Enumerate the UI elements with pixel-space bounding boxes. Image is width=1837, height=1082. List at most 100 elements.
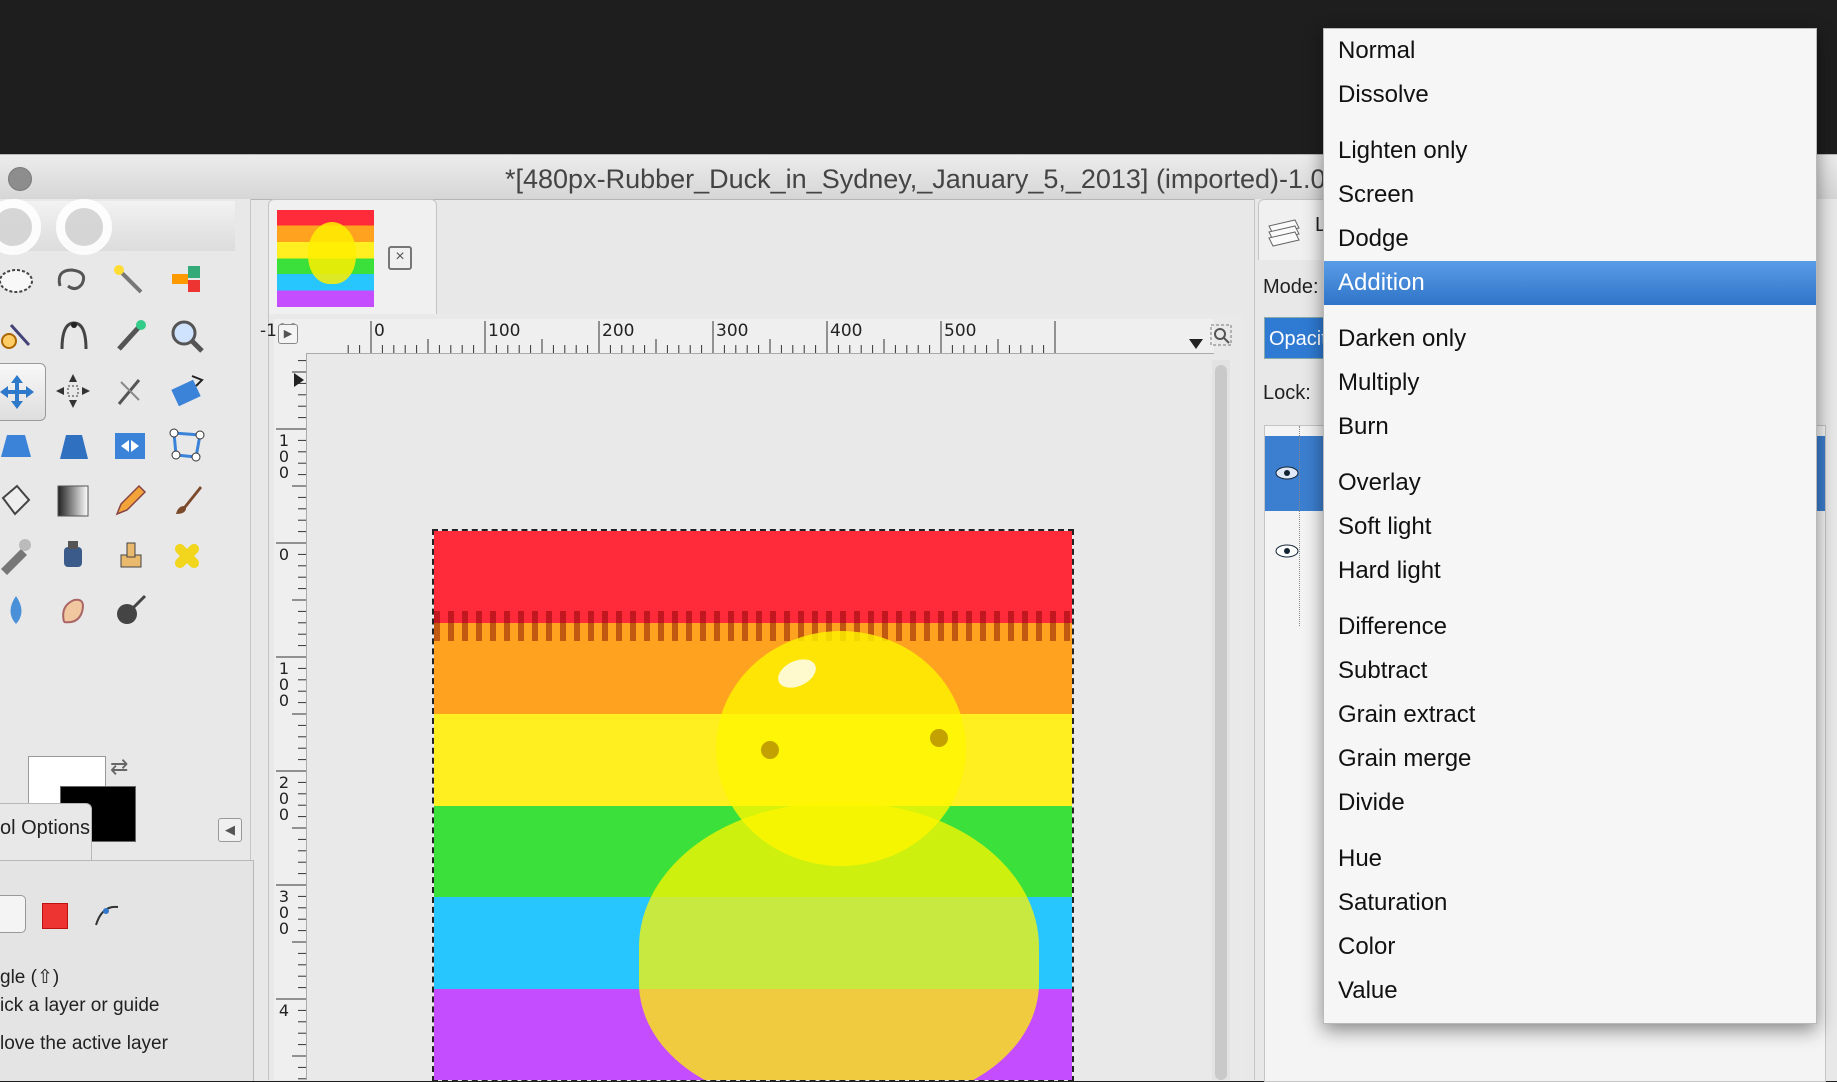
mode-menu-item[interactable]: Lighten only (1324, 129, 1816, 173)
move-active-layer-radio[interactable]: love the active layer (0, 1033, 168, 1055)
mode-menu-item[interactable]: Saturation (1324, 881, 1816, 925)
transform-icon[interactable] (159, 363, 215, 419)
mode-menu-item[interactable]: Dissolve (1324, 73, 1816, 117)
mode-menu-item-label: Grain merge (1338, 745, 1472, 772)
mode-menu-item[interactable]: Addition (1324, 261, 1816, 305)
mode-menu-item[interactable]: Hue (1324, 837, 1816, 881)
mode-menu-item-label: Screen (1338, 181, 1415, 208)
duck-head (716, 631, 966, 866)
ruler-label: 500 (944, 321, 977, 341)
bucket-fill-icon[interactable] (0, 473, 44, 529)
mode-menu-item[interactable]: Grain extract (1324, 693, 1816, 737)
ruler-pointer-icon (294, 373, 304, 387)
paintbrush-icon[interactable] (159, 473, 215, 529)
mode-menu-item-label: Darken only (1338, 325, 1467, 352)
mode-menu-item-label: Overlay (1338, 469, 1421, 496)
mode-menu-item-label: Addition (1338, 269, 1425, 296)
clone-icon[interactable] (102, 528, 158, 584)
vertical-scrollbar-thumb[interactable] (1215, 365, 1227, 1080)
ellipse-select-icon[interactable] (0, 253, 44, 309)
quick-mask-toggle-icon[interactable]: ▶ (278, 324, 298, 344)
ruler-label: 1 0 0 (278, 659, 290, 710)
cage-transform-icon[interactable] (159, 418, 215, 474)
ruler-label: 1 0 0 (278, 431, 290, 482)
mode-menu-item-label: Value (1338, 977, 1398, 1004)
mode-menu-item[interactable]: Dodge (1324, 217, 1816, 261)
layers-icon (1265, 214, 1303, 248)
window-close-button[interactable] (8, 167, 32, 191)
window-title: *[480px-Rubber_Duck_in_Sydney,_January_5… (505, 164, 1326, 194)
tool-toggle-label: gle (⇧) (0, 967, 60, 988)
free-select-icon[interactable] (45, 253, 101, 309)
navigate-icon[interactable] (1210, 324, 1232, 346)
layer-chain-divider (1299, 426, 1301, 626)
layer-visibility-eye-icon[interactable] (1275, 466, 1299, 480)
mode-menu-item[interactable]: Value (1324, 969, 1816, 1013)
gradient-icon[interactable] (45, 473, 101, 529)
mode-menu-item[interactable]: Burn (1324, 405, 1816, 449)
duck-eye-right (930, 729, 948, 747)
tool-options-panel: gle (⇧) ick a layer or guide love the ac… (0, 860, 254, 1081)
smudge-icon[interactable] (45, 583, 101, 639)
scissors-select-icon[interactable] (0, 308, 44, 364)
pencil-icon[interactable] (102, 473, 158, 529)
heal-icon[interactable] (159, 528, 215, 584)
blur-icon[interactable] (0, 583, 44, 639)
select-by-color-icon[interactable] (159, 253, 215, 309)
tab-menu-icon[interactable]: ◀ (218, 818, 242, 842)
ruler-label: 0 (278, 545, 290, 564)
mode-menu-item-label: Soft light (1338, 513, 1432, 540)
mode-menu-item-label: Difference (1338, 613, 1447, 640)
ink-icon[interactable] (45, 528, 101, 584)
horizontal-ruler[interactable]: -1000100200300400500 (260, 319, 1214, 354)
wilber-eye-right-icon (56, 199, 112, 255)
layer-visibility-eye-icon[interactable] (1275, 544, 1299, 558)
mode-menu-item[interactable]: Multiply (1324, 361, 1816, 405)
mode-menu-item[interactable]: Overlay (1324, 461, 1816, 505)
dodge-burn-icon[interactable] (102, 583, 158, 639)
mode-menu-item-label: Saturation (1338, 889, 1448, 916)
ruler-label: 0 (374, 321, 385, 341)
mode-menu-item[interactable]: Subtract (1324, 649, 1816, 693)
mode-menu-item[interactable]: Screen (1324, 173, 1816, 217)
mode-menu-item[interactable]: Normal (1324, 29, 1816, 73)
ruler-pointer-icon (1189, 339, 1203, 349)
close-tab-icon[interactable]: × (388, 246, 412, 270)
unified-transform-icon[interactable] (45, 418, 101, 474)
wilber-eye-left-icon (0, 199, 41, 255)
crop-icon[interactable] (102, 363, 158, 419)
mode-menu-item[interactable]: Hard light (1324, 549, 1816, 593)
paths-icon[interactable] (45, 308, 101, 364)
mode-menu-item-label: Dissolve (1338, 81, 1429, 108)
zoom-icon[interactable] (159, 308, 215, 364)
move-layer-option-button[interactable] (0, 895, 26, 933)
color-picker-icon[interactable] (102, 308, 158, 364)
image-layer-canvas[interactable] (432, 529, 1074, 1082)
swap-colors-icon[interactable]: ⇄ (110, 754, 128, 780)
airbrush-icon[interactable] (0, 528, 44, 584)
flip-icon[interactable] (102, 418, 158, 474)
perspective-icon[interactable] (0, 418, 44, 474)
mode-menu-item[interactable]: Soft light (1324, 505, 1816, 549)
mode-menu-item[interactable]: Difference (1324, 605, 1816, 649)
vertical-ruler[interactable]: 1 0 0 0 1 0 0 2 0 0 3 0 0 4 (274, 353, 307, 1080)
mode-menu-item-label: Grain extract (1338, 701, 1476, 728)
mode-menu-item-label: Normal (1338, 37, 1416, 64)
ruler-label: 3 0 0 (278, 887, 290, 938)
ruler-label: 2 0 0 (278, 773, 290, 824)
ruler-label: 300 (716, 321, 749, 341)
fuzzy-select-icon[interactable] (102, 253, 158, 309)
move-selection-option-icon[interactable] (42, 903, 68, 929)
mode-menu-item[interactable]: Grain merge (1324, 737, 1816, 781)
alignment-icon[interactable] (45, 363, 101, 419)
pick-layer-radio[interactable]: ick a layer or guide (0, 995, 159, 1017)
move-icon[interactable] (0, 363, 46, 421)
mode-menu-item[interactable]: Darken only (1324, 317, 1816, 361)
mode-menu-item[interactable]: Divide (1324, 781, 1816, 825)
pier-structure (434, 611, 1072, 641)
mode-menu-item[interactable]: Color (1324, 925, 1816, 969)
ruler-label: 4 (278, 1001, 290, 1020)
move-path-option-icon[interactable] (92, 899, 122, 929)
mode-menu-item-label: Divide (1338, 789, 1405, 816)
color-band (434, 531, 1072, 624)
